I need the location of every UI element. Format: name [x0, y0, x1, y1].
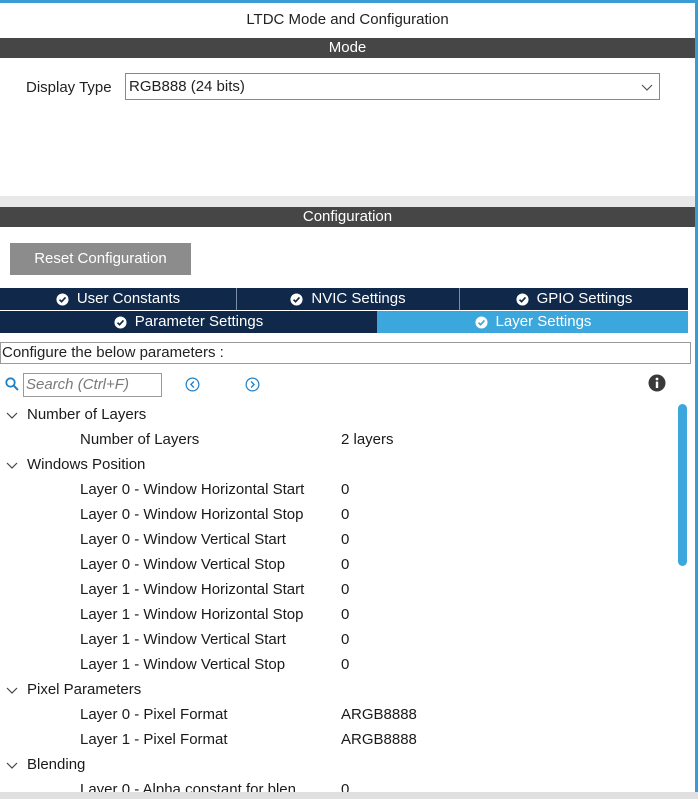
tree-param-row[interactable]: Layer 0 - Window Horizontal Stop 0	[0, 502, 676, 527]
tab-label: Parameter Settings	[134, 313, 264, 330]
tab-layer-settings[interactable]: Layer Settings	[378, 311, 688, 333]
chevron-down-icon	[6, 687, 18, 694]
tree-scrollbar-thumb[interactable]	[678, 404, 687, 566]
tree-param-row[interactable]: Layer 0 - Window Vertical Stop 0	[0, 552, 676, 577]
param-label: Layer 0 - Alpha constant for blen...	[80, 781, 309, 792]
tab-row-1: User Constants NVIC Settings GPIO Settin…	[0, 288, 688, 310]
tab-label: NVIC Settings	[311, 290, 406, 307]
param-label: Layer 1 - Window Vertical Start	[80, 631, 286, 648]
param-label: Layer 1 - Window Horizontal Start	[80, 581, 305, 598]
param-label: Layer 0 - Window Vertical Start	[80, 531, 286, 548]
tree-group-blending[interactable]: Blending	[0, 752, 676, 777]
check-circle-icon	[516, 292, 529, 306]
display-type-select[interactable]: RGB888 (24 bits)	[125, 73, 660, 100]
param-label: Layer 1 - Window Horizontal Stop	[80, 606, 304, 623]
param-value: 0	[341, 606, 350, 623]
check-circle-icon	[475, 315, 488, 329]
chevron-right-circle-icon[interactable]	[245, 377, 260, 392]
search-row: Search (Ctrl+F)	[0, 371, 691, 397]
tree-param-row[interactable]: Number of Layers 2 layers	[0, 427, 676, 452]
check-circle-icon	[56, 292, 69, 306]
param-label: Layer 0 - Pixel Format	[80, 706, 228, 723]
chevron-down-icon	[6, 762, 18, 769]
chevron-left-circle-icon[interactable]	[185, 377, 200, 392]
configure-hint: Configure the below parameters :	[0, 342, 691, 364]
param-label: Layer 0 - Window Horizontal Start	[80, 481, 305, 498]
param-label: Layer 0 - Window Vertical Stop	[80, 556, 286, 573]
section-divider	[0, 196, 695, 207]
param-value: 0	[341, 481, 350, 498]
group-label: Blending	[27, 756, 86, 773]
search-input[interactable]: Search (Ctrl+F)	[23, 373, 162, 397]
panel-title: LTDC Mode and Configuration	[246, 11, 449, 28]
tree-param-row[interactable]: Layer 1 - Window Horizontal Stop 0	[0, 602, 676, 627]
chevron-down-icon	[6, 412, 18, 419]
chevron-down-icon	[641, 84, 653, 91]
tab-row-2: Parameter Settings Layer Settings	[0, 311, 688, 333]
check-circle-icon	[290, 292, 303, 306]
tree-group-pixel-parameters[interactable]: Pixel Parameters	[0, 677, 676, 702]
param-label: Layer 0 - Window Horizontal Stop	[80, 506, 304, 523]
param-value: 0	[341, 781, 350, 792]
tab-nvic-settings[interactable]: NVIC Settings	[237, 288, 460, 310]
display-type-label: Display Type	[26, 79, 112, 96]
group-label: Pixel Parameters	[27, 681, 142, 698]
tree-param-row[interactable]: Layer 1 - Pixel Format ARGB8888	[0, 727, 676, 752]
tree-param-row[interactable]: Layer 0 - Pixel Format ARGB8888	[0, 702, 676, 727]
param-value: 0	[341, 656, 350, 673]
param-value: 0	[341, 531, 350, 548]
tree-param-row[interactable]: Layer 1 - Window Vertical Stop 0	[0, 652, 676, 677]
tree-param-row[interactable]: Layer 1 - Window Vertical Start 0	[0, 627, 676, 652]
info-icon[interactable]	[648, 374, 666, 392]
tree-param-row[interactable]: Layer 0 - Window Vertical Start 0	[0, 527, 676, 552]
tab-user-constants[interactable]: User Constants	[0, 288, 237, 310]
mode-panel: Display Type RGB888 (24 bits)	[0, 58, 695, 196]
param-value: 2 layers	[341, 431, 394, 448]
param-value: 0	[341, 581, 350, 598]
check-circle-icon	[114, 315, 127, 329]
parameter-tree: Number of Layers Number of Layers 2 laye…	[0, 402, 676, 792]
tree-group-number-of-layers[interactable]: Number of Layers	[0, 402, 676, 427]
param-label: Layer 1 - Pixel Format	[80, 731, 228, 748]
mode-section-header: Mode	[0, 38, 695, 58]
tree-group-windows-position[interactable]: Windows Position	[0, 452, 676, 477]
configuration-section-header: Configuration	[0, 207, 695, 227]
chevron-down-icon	[6, 462, 18, 469]
search-icon[interactable]	[5, 377, 19, 391]
param-value: 0	[341, 631, 350, 648]
tree-param-row[interactable]: Layer 1 - Window Horizontal Start 0	[0, 577, 676, 602]
group-label: Number of Layers	[27, 406, 147, 423]
tab-label: User Constants	[76, 290, 181, 307]
tab-label: Layer Settings	[495, 313, 592, 330]
group-label: Windows Position	[27, 456, 146, 473]
param-label: Number of Layers	[80, 431, 200, 448]
tree-param-row[interactable]: Layer 0 - Alpha constant for blen... 0	[0, 777, 676, 792]
reset-configuration-button[interactable]: Reset Configuration	[10, 243, 191, 275]
tab-gpio-settings[interactable]: GPIO Settings	[460, 288, 688, 310]
tab-label: GPIO Settings	[536, 290, 633, 307]
param-value: ARGB8888	[341, 706, 417, 723]
param-label: Layer 1 - Window Vertical Stop	[80, 656, 286, 673]
tab-parameter-settings[interactable]: Parameter Settings	[0, 311, 378, 333]
param-value: 0	[341, 556, 350, 573]
bottom-edge	[0, 792, 698, 799]
param-value: 0	[341, 506, 350, 523]
display-type-value: RGB888 (24 bits)	[129, 78, 245, 95]
param-value: ARGB8888	[341, 731, 417, 748]
tree-param-row[interactable]: Layer 0 - Window Horizontal Start 0	[0, 477, 676, 502]
